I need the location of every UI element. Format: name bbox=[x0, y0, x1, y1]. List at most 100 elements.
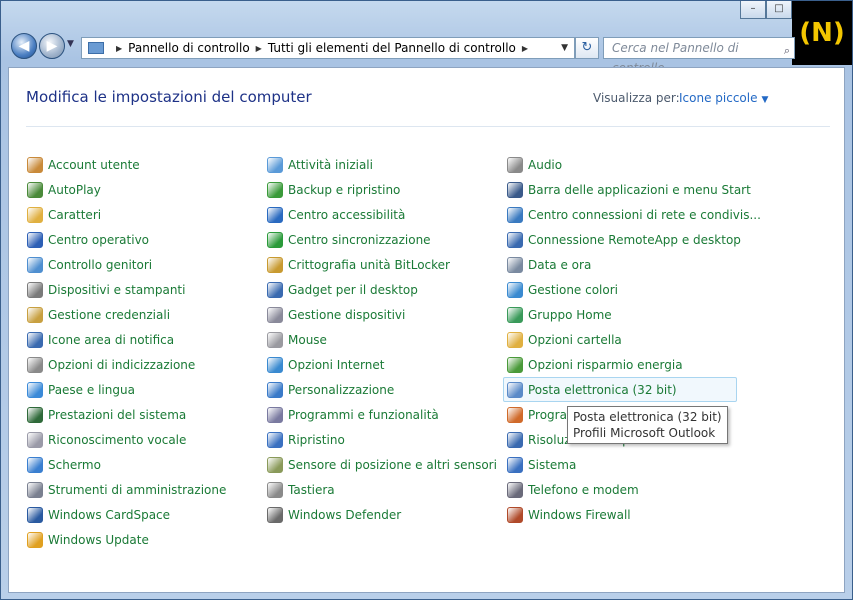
control-panel-item-label: Windows Update bbox=[48, 532, 149, 547]
control-panel-item[interactable]: Icone area di notifica bbox=[25, 327, 261, 352]
control-panel-item[interactable]: Gestione dispositivi bbox=[265, 302, 501, 327]
breadcrumb-separator-icon[interactable]: ▶ bbox=[522, 44, 528, 53]
control-panel-item-label: Prestazioni del sistema bbox=[48, 407, 187, 422]
control-panel-item[interactable]: Centro operativo bbox=[25, 227, 261, 252]
control-panel-item[interactable]: Centro connessioni di rete e condivis... bbox=[505, 202, 761, 227]
minimize-button[interactable]: – bbox=[740, 1, 766, 19]
control-panel-item[interactable]: Dispositivi e stampanti bbox=[25, 277, 261, 302]
search-input[interactable]: Cerca nel Pannello di controllo ⌕ bbox=[603, 37, 795, 75]
control-panel-item-label: Gestione credenziali bbox=[48, 307, 171, 322]
control-panel-item[interactable]: Account utente bbox=[25, 152, 261, 177]
control-panel-item-label: Programmi e funzionalità bbox=[288, 407, 439, 422]
control-panel-item[interactable]: Connessione RemoteApp e desktop bbox=[505, 227, 741, 252]
control-panel-item[interactable]: Tastiera bbox=[265, 477, 501, 502]
control-panel-item-label: Personalizzazione bbox=[288, 382, 395, 397]
control-panel-item[interactable]: Crittografia unità BitLocker bbox=[265, 252, 501, 277]
control-panel-window: – □ (N) ◀ ▶ ▼ ▶ Pannello di controllo ▶ … bbox=[0, 0, 853, 600]
control-panel-item-label: Centro sincronizzazione bbox=[288, 232, 431, 247]
control-panel-item-label: Windows Defender bbox=[288, 507, 402, 522]
forward-button[interactable]: ▶ bbox=[39, 33, 65, 59]
credentials-icon bbox=[27, 306, 43, 323]
control-panel-item[interactable]: Attività iniziali bbox=[265, 152, 501, 177]
view-by-dropdown[interactable]: Icone piccole ▼ bbox=[679, 91, 768, 105]
control-panel-item[interactable]: Riconoscimento vocale bbox=[25, 427, 261, 452]
control-panel-item[interactable]: Windows Update bbox=[25, 527, 261, 552]
control-panel-item[interactable]: Opzioni risparmio energia bbox=[505, 352, 741, 377]
control-panel-item[interactable]: Windows Firewall bbox=[505, 502, 741, 527]
control-panel-item[interactable]: Programmi e funzionalità bbox=[265, 402, 501, 427]
control-panel-item[interactable]: Prestazioni del sistema bbox=[25, 402, 261, 427]
clock-icon bbox=[507, 256, 523, 273]
control-panel-item-label: Icone area di notifica bbox=[48, 332, 175, 347]
control-panel-item[interactable]: Backup e ripristino bbox=[265, 177, 501, 202]
control-panel-item[interactable]: Controllo genitori bbox=[25, 252, 261, 277]
control-panel-item[interactable]: Mouse bbox=[265, 327, 501, 352]
control-panel-item[interactable]: Centro accessibilità bbox=[265, 202, 501, 227]
control-panel-item[interactable]: Caratteri bbox=[25, 202, 261, 227]
control-panel-item[interactable]: Sistema bbox=[505, 452, 741, 477]
control-panel-item-label: Gestione dispositivi bbox=[288, 307, 406, 322]
tooltip: Posta elettronica (32 bit) Profili Micro… bbox=[567, 406, 728, 444]
content-pane: Modifica le impostazioni del computer Vi… bbox=[8, 67, 845, 593]
maximize-button[interactable]: □ bbox=[766, 1, 792, 19]
cardspace-icon bbox=[27, 506, 43, 523]
control-panel-item-label: Windows Firewall bbox=[528, 507, 631, 522]
control-panel-item[interactable]: Centro sincronizzazione bbox=[265, 227, 501, 252]
getting-started-icon bbox=[267, 156, 283, 173]
breadcrumb-control-panel[interactable]: Pannello di controllo bbox=[128, 41, 250, 55]
homegroup-icon bbox=[507, 306, 523, 323]
control-panel-item[interactable]: Personalizzazione bbox=[265, 377, 501, 402]
control-panel-item[interactable]: Gestione colori bbox=[505, 277, 741, 302]
control-panel-item[interactable]: Opzioni di indicizzazione bbox=[25, 352, 261, 377]
control-panel-item[interactable]: Opzioni cartella bbox=[505, 327, 741, 352]
chevron-down-icon[interactable]: ▼ bbox=[762, 95, 769, 105]
system-icon bbox=[507, 456, 523, 473]
view-by-label: Visualizza per: bbox=[593, 91, 680, 105]
control-panel-item[interactable]: Sensore di posizione e altri sensori bbox=[265, 452, 501, 477]
globe-icon bbox=[27, 381, 43, 398]
refresh-button[interactable]: ↻ bbox=[575, 37, 599, 59]
divider bbox=[26, 126, 830, 127]
recent-pages-dropdown[interactable]: ▼ bbox=[67, 39, 74, 49]
breadcrumb-separator-icon[interactable]: ▶ bbox=[116, 44, 122, 53]
control-panel-item[interactable]: Gadget per il desktop bbox=[265, 277, 501, 302]
breadcrumb-separator-icon[interactable]: ▶ bbox=[256, 44, 262, 53]
control-panel-item[interactable]: Posta elettronica (32 bit) bbox=[503, 377, 737, 402]
control-panel-item[interactable]: Audio bbox=[505, 152, 741, 177]
logo-icon: (N) bbox=[799, 18, 845, 48]
control-panel-item[interactable]: Windows Defender bbox=[265, 502, 501, 527]
control-panel-item[interactable]: Windows CardSpace bbox=[25, 502, 261, 527]
control-panel-item[interactable]: Paese e lingua bbox=[25, 377, 261, 402]
folder-icon bbox=[507, 331, 523, 348]
view-by-value[interactable]: Icone piccole bbox=[679, 91, 758, 105]
sensor-icon bbox=[267, 456, 283, 473]
control-panel-item[interactable]: Telefono e modem bbox=[505, 477, 741, 502]
back-button[interactable]: ◀ bbox=[11, 33, 37, 59]
control-panel-icon bbox=[88, 42, 104, 54]
control-panel-item[interactable]: Gruppo Home bbox=[505, 302, 741, 327]
update-icon bbox=[27, 531, 43, 548]
control-panel-item-label: Strumenti di amministrazione bbox=[48, 482, 227, 497]
notification-icon bbox=[27, 331, 43, 348]
control-panel-item[interactable]: Data e ora bbox=[505, 252, 741, 277]
color-management-icon bbox=[507, 281, 523, 298]
control-panel-item-label: Connessione RemoteApp e desktop bbox=[528, 232, 741, 247]
control-panel-item[interactable]: Schermo bbox=[25, 452, 261, 477]
mouse-icon bbox=[267, 331, 283, 348]
control-panel-item[interactable]: Opzioni Internet bbox=[265, 352, 501, 377]
control-panel-item[interactable]: Gestione credenziali bbox=[25, 302, 261, 327]
search-icon[interactable]: ⌕ bbox=[784, 41, 790, 61]
control-panel-item[interactable]: Barra delle applicazioni e menu Start bbox=[505, 177, 751, 202]
control-panel-item[interactable]: AutoPlay bbox=[25, 177, 261, 202]
breadcrumb-all-items[interactable]: Tutti gli elementi del Pannello di contr… bbox=[268, 41, 516, 55]
control-panel-item[interactable]: Ripristino bbox=[265, 427, 501, 452]
control-panel-item-label: Crittografia unità BitLocker bbox=[288, 257, 450, 272]
flag-icon bbox=[27, 231, 43, 248]
keyboard-icon bbox=[267, 481, 283, 498]
control-panel-item-label: Ripristino bbox=[288, 432, 345, 447]
control-panel-item[interactable]: Strumenti di amministrazione bbox=[25, 477, 261, 502]
address-dropdown-icon[interactable]: ▼ bbox=[561, 43, 568, 53]
control-panel-item-label: Account utente bbox=[48, 157, 140, 172]
address-bar[interactable]: ▶ Pannello di controllo ▶ Tutti gli elem… bbox=[81, 37, 575, 59]
users-icon bbox=[27, 156, 43, 173]
